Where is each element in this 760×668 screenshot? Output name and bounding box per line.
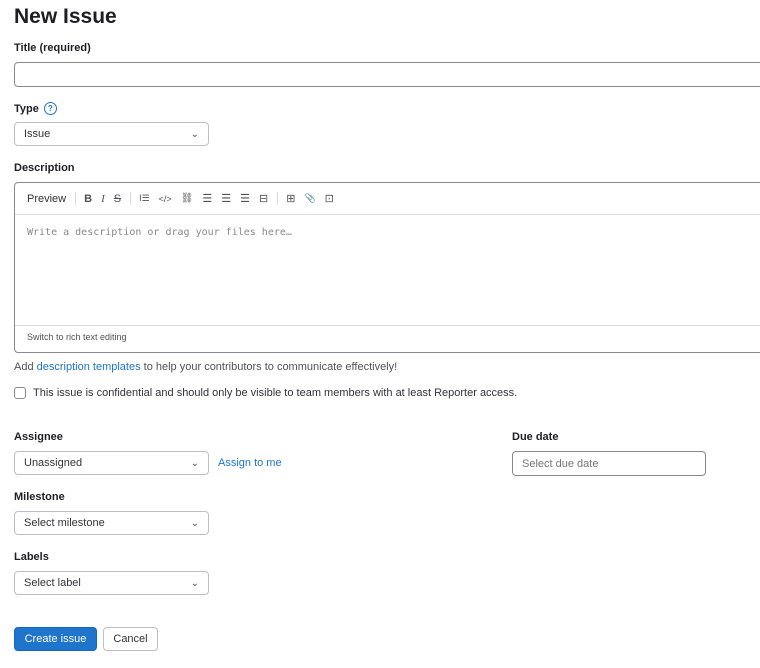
help-icon[interactable]: ? [43, 102, 57, 115]
confidential-checkbox[interactable] [14, 387, 26, 399]
description-label: Description [14, 162, 75, 174]
create-issue-button[interactable]: Create issue [14, 627, 97, 651]
link-icon[interactable]: ⛓ [181, 193, 194, 204]
numbered-list-icon[interactable]: ☰ [221, 192, 231, 205]
assignee-label: Assignee [14, 431, 63, 443]
assignee-selected: Unassigned [24, 457, 83, 469]
quote-icon[interactable]: I☰ [139, 193, 150, 204]
toolbar-divider [277, 192, 279, 205]
code-icon[interactable]: </> [159, 194, 172, 204]
toolbar-divider [130, 192, 132, 205]
switch-rich-text-button[interactable]: Switch to rich text editing [15, 326, 760, 348]
templates-note-before: Add [14, 361, 37, 373]
fullscreen-icon[interactable]: ⊡ [325, 192, 334, 205]
table-icon[interactable]: ⊞ [286, 192, 295, 205]
bullet-list-icon[interactable]: ☰ [202, 192, 212, 205]
confidential-label: This issue is confidential and should on… [33, 387, 518, 399]
confidential-row: This issue is confidential and should on… [14, 387, 517, 399]
labels-label: Labels [14, 551, 49, 563]
type-select[interactable]: Issue ⌄ [14, 122, 209, 146]
assign-to-me-link[interactable]: Assign to me [218, 457, 282, 469]
title-label: Title (required) [14, 42, 91, 54]
task-list-icon[interactable]: ☰ [240, 192, 250, 205]
templates-note: Add description templates to help your c… [14, 361, 397, 373]
labels-select[interactable]: Select label ⌄ [14, 571, 209, 595]
labels-selected: Select label [24, 577, 81, 589]
chevron-down-icon: ⌄ [190, 457, 199, 469]
chevron-down-icon: ⌄ [190, 577, 199, 589]
due-date-label: Due date [512, 431, 559, 443]
chevron-down-icon: ⌄ [190, 128, 199, 140]
milestone-select[interactable]: Select milestone ⌄ [14, 511, 209, 535]
editor-toolbar: Preview B I S I☰ </> ⛓ ☰ ☰ ☰ ⊟ ⊞ 📎 ⊡ [15, 183, 760, 215]
description-templates-link[interactable]: description templates [37, 361, 141, 373]
strikethrough-icon[interactable]: S [114, 193, 121, 205]
milestone-selected: Select milestone [24, 517, 105, 529]
type-label-row: Type ? [14, 102, 57, 115]
description-textarea[interactable]: Write a description or drag your files h… [15, 215, 760, 326]
type-label: Type [14, 102, 39, 115]
toolbar-divider [75, 192, 77, 205]
milestone-label: Milestone [14, 491, 65, 503]
description-editor: Preview B I S I☰ </> ⛓ ☰ ☰ ☰ ⊟ ⊞ 📎 ⊡ Wri… [14, 182, 760, 353]
italic-icon[interactable]: I [101, 193, 105, 205]
title-input[interactable] [14, 62, 760, 87]
collapsible-section-icon[interactable]: ⊟ [259, 192, 268, 205]
templates-note-after: to help your contributors to communicate… [140, 361, 398, 373]
assignee-select[interactable]: Unassigned ⌄ [14, 451, 209, 475]
due-date-input[interactable] [512, 451, 706, 476]
bold-icon[interactable]: B [84, 193, 92, 205]
cancel-button[interactable]: Cancel [103, 627, 158, 651]
attach-file-icon[interactable]: 📎 [304, 193, 315, 204]
chevron-down-icon: ⌄ [190, 517, 199, 529]
page-title: New Issue [14, 5, 117, 28]
preview-button[interactable]: Preview [27, 193, 66, 205]
type-selected: Issue [24, 128, 51, 140]
